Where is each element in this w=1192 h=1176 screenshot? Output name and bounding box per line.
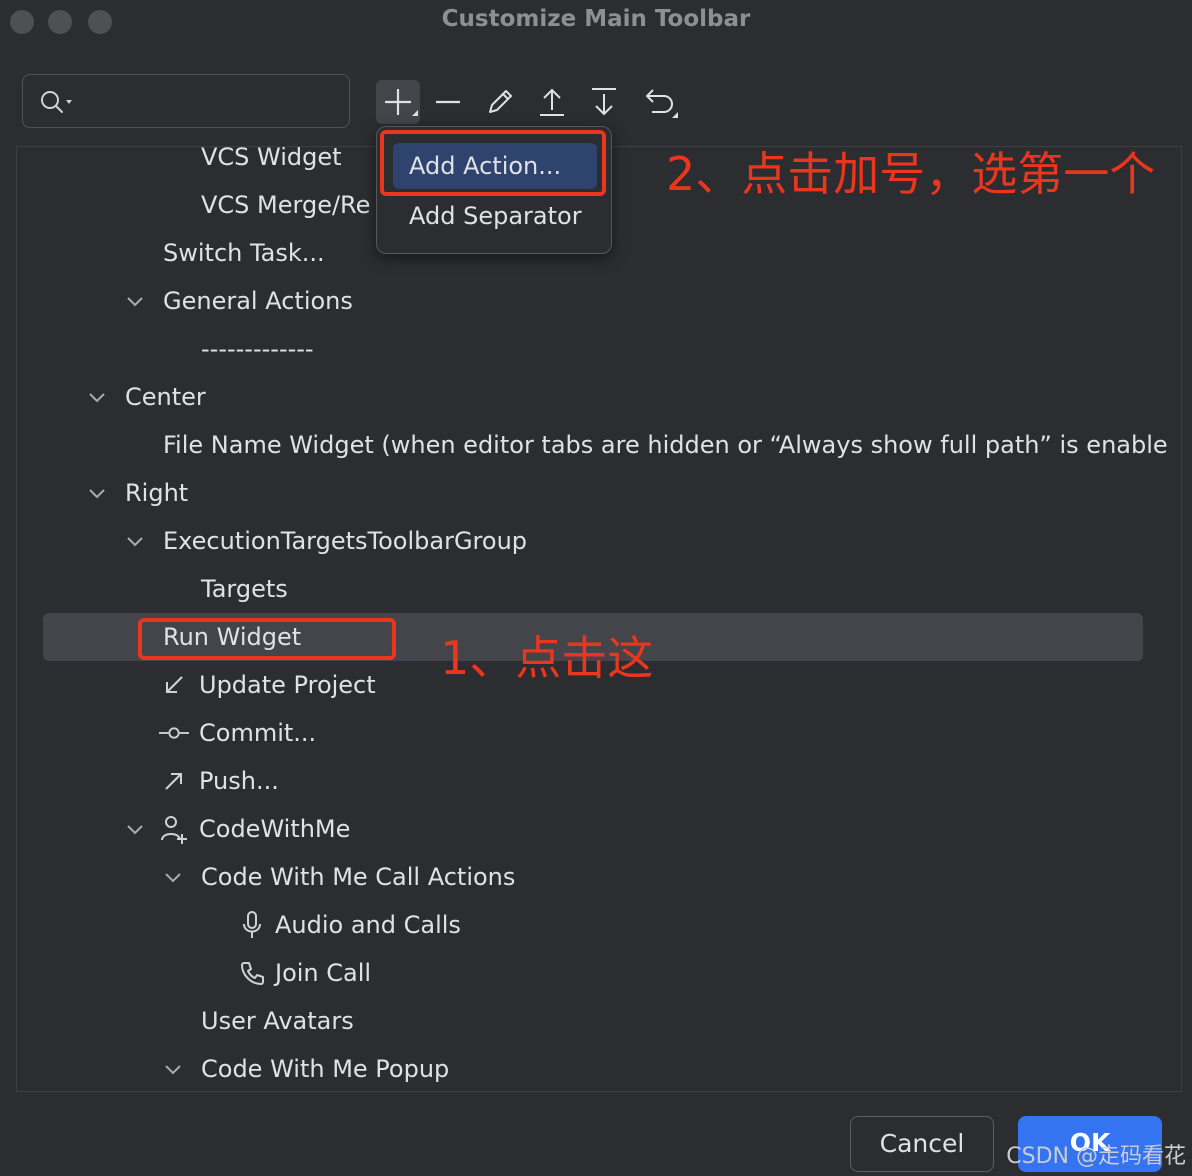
tree-item[interactable]: Join Call	[275, 949, 371, 997]
tree-item[interactable]: General Actions	[163, 277, 353, 325]
tree-item[interactable]: Right	[125, 469, 188, 517]
tree-item[interactable]: Update Project	[199, 661, 376, 709]
tree-item[interactable]: Commit...	[199, 709, 316, 757]
search-text[interactable]	[89, 85, 343, 117]
chevron-down-icon[interactable]	[123, 805, 147, 853]
plus-icon	[385, 89, 418, 116]
tree-item[interactable]: ExecutionTargetsToolbarGroup	[163, 517, 527, 565]
commit-icon	[159, 709, 189, 757]
tree-item[interactable]: File Name Widget (when editor tabs are h…	[163, 421, 1168, 469]
chevron-down-icon[interactable]	[161, 853, 185, 901]
tree-item[interactable]: Center	[125, 373, 206, 421]
remove-button[interactable]	[426, 80, 470, 124]
annotation-box-add-action	[380, 130, 606, 196]
add-user-icon	[159, 805, 189, 853]
tree-item[interactable]: Code With Me Call Actions	[201, 853, 515, 901]
chevron-down-icon[interactable]	[123, 517, 147, 565]
add-separator-menu-item[interactable]: Add Separator	[393, 193, 597, 239]
annotation-step1: 1、点击这	[440, 631, 654, 685]
watermark: CSDN @走码看花	[1006, 1144, 1186, 1169]
window-title: Customize Main Toolbar	[441, 6, 751, 32]
tree-item[interactable]: VCS Merge/Re	[201, 181, 370, 229]
tree-item[interactable]: Targets	[201, 565, 288, 613]
annotation-step2: 2、点击加号，选第一个	[666, 147, 1156, 201]
title-bar: Customize Main Toolbar	[0, 0, 1192, 44]
update-arrow-icon	[159, 661, 189, 709]
undo-icon	[645, 89, 678, 118]
tree-separator[interactable]: -------------	[201, 325, 314, 373]
tree-item[interactable]: CodeWithMe	[199, 805, 350, 853]
move-up-button[interactable]	[530, 80, 574, 124]
move-up-icon	[540, 88, 564, 116]
tree-item[interactable]: VCS Widget	[201, 147, 342, 181]
minus-icon	[436, 100, 460, 104]
tree-item[interactable]: Audio and Calls	[275, 901, 461, 949]
phone-icon	[237, 949, 267, 997]
chevron-down-icon[interactable]	[85, 469, 109, 517]
pencil-icon	[489, 90, 512, 113]
search-input[interactable]	[22, 74, 350, 128]
cancel-button[interactable]: Cancel	[850, 1116, 994, 1172]
annotation-box-run-widget	[138, 618, 396, 660]
add-button[interactable]	[376, 80, 420, 124]
microphone-icon	[237, 901, 267, 949]
tree-item[interactable]: Switch Task...	[163, 229, 325, 277]
chevron-down-icon[interactable]	[161, 1045, 185, 1091]
chevron-down-icon[interactable]	[123, 277, 147, 325]
edit-button[interactable]	[478, 80, 522, 124]
search-icon	[41, 91, 72, 113]
move-down-button[interactable]	[582, 80, 626, 124]
tree-item[interactable]: User Avatars	[201, 997, 354, 1045]
tree-item[interactable]: Push...	[199, 757, 279, 805]
chevron-down-icon[interactable]	[85, 373, 109, 421]
move-down-icon	[592, 88, 616, 116]
restore-button[interactable]	[636, 80, 680, 124]
tree-item[interactable]: Code With Me Popup	[201, 1045, 449, 1091]
push-arrow-icon	[159, 757, 189, 805]
